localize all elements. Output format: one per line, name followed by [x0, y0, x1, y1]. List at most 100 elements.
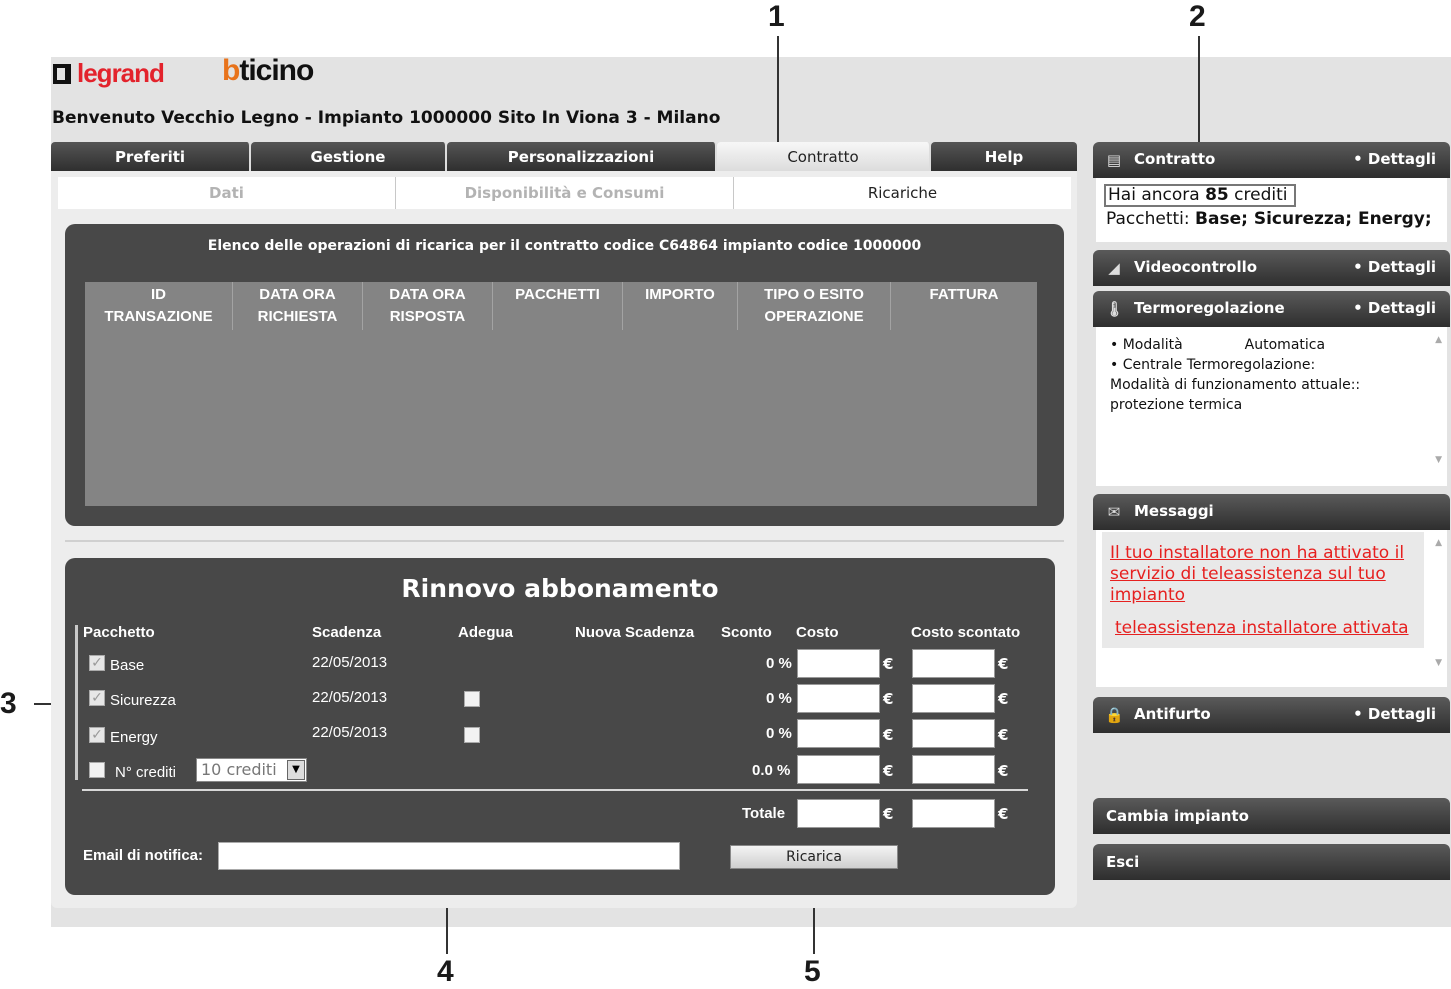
- sicurezza-costo-input[interactable]: [797, 684, 880, 713]
- sicurezza-sconto: 0 %: [766, 690, 792, 707]
- base-costo-currency: €: [883, 655, 894, 673]
- header-nuova-scadenza: Nuova Scadenza: [575, 624, 695, 641]
- messages-scroll-up-icon[interactable]: ▲: [1435, 538, 1442, 548]
- base-sconto: 0 %: [766, 655, 792, 672]
- energy-costo-scontato-currency: €: [998, 726, 1009, 744]
- totale-costo-scontato-currency: €: [998, 805, 1009, 823]
- subtab-ricariche[interactable]: Ricariche: [734, 177, 1071, 209]
- scroll-up-icon[interactable]: ▲: [1435, 335, 1442, 345]
- header-scadenza: Scadenza: [312, 624, 382, 641]
- col-tipo-esito[interactable]: TIPO O ESITO OPERAZIONE: [737, 282, 890, 330]
- col-data-ora-risposta[interactable]: DATA ORA RISPOSTA: [362, 282, 492, 330]
- header-sconto: Sconto: [721, 624, 772, 641]
- contratto-dettagli-link[interactable]: • Dettagli: [1353, 150, 1436, 168]
- sub-tabs: Dati Disponibilità e Consumi Ricariche: [58, 177, 1071, 209]
- base-checkbox[interactable]: ✓: [89, 655, 105, 671]
- col-fattura[interactable]: FATTURA: [890, 282, 1037, 330]
- credits-box: Hai ancora 85 crediti: [1104, 184, 1296, 207]
- transactions-table: ID TRANSAZIONE DATA ORA RICHIESTA DATA ORA…: [85, 282, 1037, 506]
- crediti-label: N° crediti: [115, 764, 177, 781]
- transactions-header-row: ID TRANSAZIONE DATA ORA RICHIESTA DATA ORA…: [85, 282, 1037, 330]
- sidebar-videocontrollo-header[interactable]: ◢ Videocontrollo • Dettagli: [1093, 250, 1450, 286]
- thermometer-icon: 🌡: [1105, 300, 1125, 318]
- header-pacchetto: Pacchetto: [83, 624, 155, 641]
- crediti-checkbox[interactable]: [89, 762, 105, 778]
- header-adegua: Adegua: [458, 624, 514, 641]
- subtab-disponibilita-consumi[interactable]: Disponibilità e Consumi: [396, 177, 734, 209]
- crediti-costo-scontato-currency: €: [998, 762, 1009, 780]
- sicurezza-adegua-checkbox[interactable]: [464, 691, 480, 707]
- sicurezza-checkbox[interactable]: ✓: [89, 690, 105, 706]
- sidebar-messaggi-header[interactable]: ✉ Messaggi: [1093, 494, 1450, 530]
- energy-checkbox[interactable]: ✓: [89, 727, 105, 743]
- sidebar-antifurto-header[interactable]: 🔒 Antifurto • Dettagli: [1093, 697, 1450, 733]
- base-costo-input[interactable]: [797, 649, 880, 678]
- renewal-title: Rinnovo abbonamento: [401, 574, 719, 603]
- package-name-energy: Energy: [110, 729, 158, 746]
- energy-costo-currency: €: [883, 726, 894, 744]
- energy-costo-input[interactable]: [797, 719, 880, 748]
- cambia-impianto-button[interactable]: Cambia impianto: [1093, 798, 1450, 834]
- sidebar-termoregolazione-header[interactable]: 🌡 Termoregolazione • Dettagli: [1093, 291, 1450, 327]
- antifurto-dettagli-link[interactable]: • Dettagli: [1353, 705, 1436, 723]
- callout-4: 4: [437, 955, 454, 988]
- energy-sconto: 0 %: [766, 725, 792, 742]
- crediti-select[interactable]: 10 crediti ▼: [196, 758, 307, 782]
- totale-label: Totale: [742, 805, 786, 822]
- document-icon: ▤: [1106, 151, 1122, 169]
- ricarica-button[interactable]: Ricarica: [730, 845, 898, 869]
- col-id-transazione[interactable]: ID TRANSAZIONE: [85, 282, 232, 330]
- welcome-text: Benvenuto Vecchio Legno - Impianto 10000…: [52, 108, 721, 128]
- esci-button[interactable]: Esci: [1093, 844, 1450, 880]
- sicurezza-costo-scontato-input[interactable]: [912, 684, 995, 713]
- col-pacchetti[interactable]: PACCHETTI: [492, 282, 622, 330]
- legrand-logo: legrand: [53, 58, 165, 89]
- energy-scadenza: 22/05/2013: [312, 724, 388, 741]
- sidebar-contratto-header[interactable]: ▤ Contratto • Dettagli: [1093, 142, 1450, 178]
- callout-5: 5: [804, 955, 821, 988]
- email-label: Email di notifica:: [83, 847, 204, 864]
- callout-3: 3: [0, 687, 17, 720]
- videocontrollo-dettagli-link[interactable]: • Dettagli: [1353, 258, 1436, 276]
- base-costo-scontato-currency: €: [998, 655, 1009, 673]
- tab-gestione[interactable]: Gestione: [251, 142, 447, 171]
- callout-2: 2: [1189, 0, 1206, 33]
- totale-costo-input[interactable]: [797, 799, 880, 828]
- tab-help[interactable]: Help: [931, 142, 1077, 171]
- lock-icon: 🔒: [1105, 706, 1124, 724]
- col-importo[interactable]: IMPORTO: [622, 282, 737, 330]
- sicurezza-scadenza: 22/05/2013: [312, 689, 388, 706]
- totale-costo-currency: €: [883, 805, 894, 823]
- transactions-panel: Elenco delle operazioni di ricarica per …: [65, 224, 1064, 526]
- message-teleassistenza-on[interactable]: teleassistenza installatore attivata: [1115, 618, 1409, 639]
- crediti-costo-scontato-input[interactable]: [912, 755, 995, 784]
- main-tabs: Preferiti Gestione Personalizzazioni Con…: [51, 142, 1077, 171]
- header-costo: Costo: [796, 624, 839, 641]
- col-data-ora-richiesta[interactable]: DATA ORA RICHIESTA: [232, 282, 362, 330]
- tab-personalizzazioni[interactable]: Personalizzazioni: [447, 142, 717, 171]
- callout-1: 1: [768, 0, 785, 33]
- crediti-costo-input[interactable]: [797, 755, 880, 784]
- tab-contratto[interactable]: Contratto: [717, 142, 931, 171]
- envelope-icon: ✉: [1107, 503, 1121, 521]
- chevron-down-icon[interactable]: ▼: [287, 760, 305, 780]
- package-name-sicurezza: Sicurezza: [110, 692, 176, 709]
- legrand-mark-icon: [53, 63, 71, 84]
- package-name-base: Base: [110, 657, 145, 674]
- camera-icon: ◢: [1108, 259, 1120, 277]
- sicurezza-costo-currency: €: [883, 690, 894, 708]
- termoregolazione-dettagli-link[interactable]: • Dettagli: [1353, 299, 1436, 317]
- base-costo-scontato-input[interactable]: [912, 649, 995, 678]
- subtab-dati[interactable]: Dati: [58, 177, 396, 209]
- message-teleassistenza-off[interactable]: Il tuo installatore non ha attivato il s…: [1110, 543, 1422, 606]
- energy-adegua-checkbox[interactable]: [464, 727, 480, 743]
- email-input[interactable]: [218, 842, 680, 870]
- tab-preferiti[interactable]: Preferiti: [51, 142, 251, 171]
- scroll-down-icon[interactable]: ▼: [1435, 455, 1442, 465]
- crediti-sconto: 0.0 %: [752, 762, 791, 779]
- energy-costo-scontato-input[interactable]: [912, 719, 995, 748]
- bticino-logo: bticino: [222, 54, 314, 87]
- totale-costo-scontato-input[interactable]: [912, 799, 995, 828]
- termoregolazione-text: • Modalità Automatica • Centrale Termoreg…: [1110, 337, 1361, 413]
- messages-scroll-down-icon[interactable]: ▼: [1435, 658, 1442, 668]
